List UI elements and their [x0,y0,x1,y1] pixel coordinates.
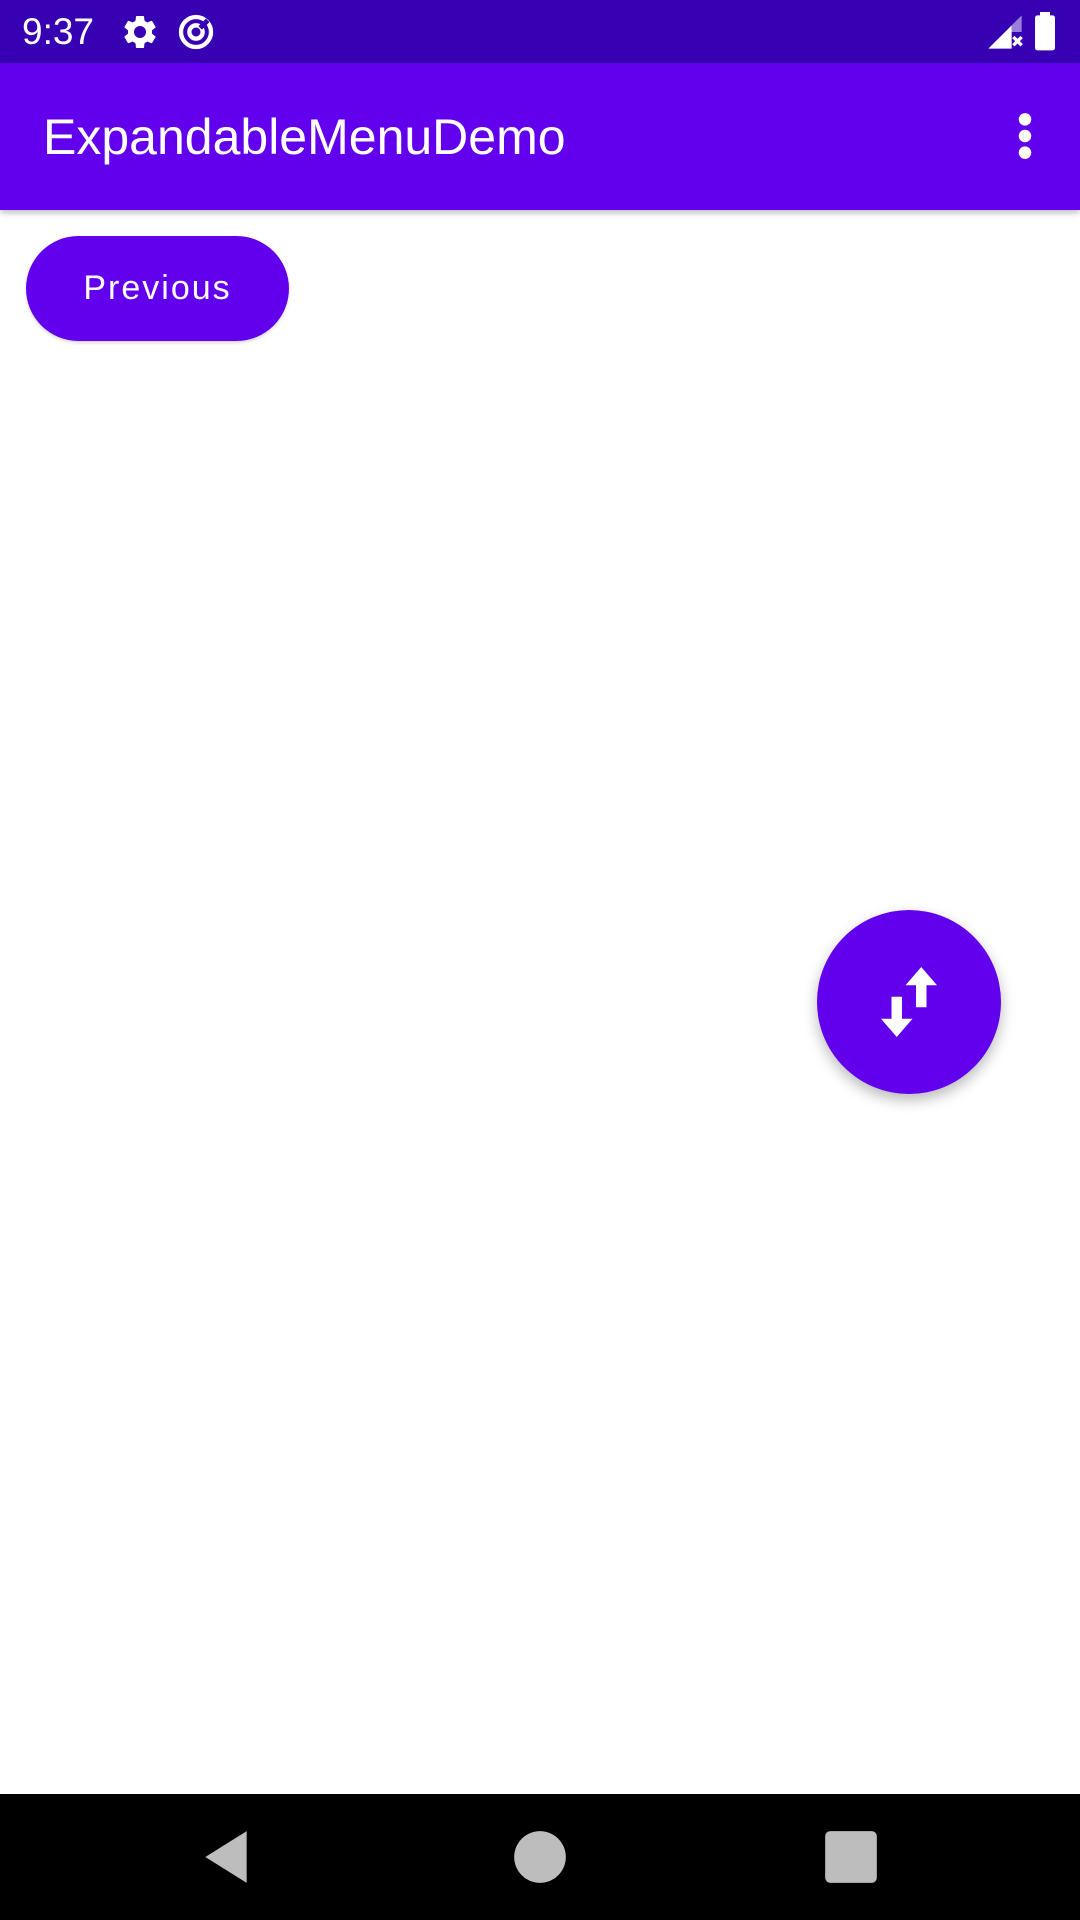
status-bar: 9:37 [0,0,1080,63]
home-button[interactable] [509,1826,571,1888]
fab-button[interactable] [817,910,1001,1094]
swap-vert-icon [881,967,937,1037]
previous-button[interactable]: Previous [26,236,289,341]
recents-icon [825,1831,877,1883]
signal-icon [985,12,1025,52]
battery-icon [1030,12,1060,52]
back-icon [205,1831,247,1883]
gear-icon [120,12,160,52]
overflow-menu-button[interactable] [990,101,1060,171]
app-bar: ExpandableMenuDemo [0,63,1080,210]
navigation-bar [0,1794,1080,1920]
more-vert-icon [1018,113,1032,159]
home-icon [514,1831,566,1883]
data-saver-icon [176,12,216,52]
page-title: ExpandableMenuDemo [43,109,566,165]
back-button[interactable] [195,1826,257,1888]
screen: 9:37 ExpandableMenuDemo Previous [0,0,1080,1920]
status-time: 9:37 [22,11,95,52]
recents-button[interactable] [820,1826,882,1888]
